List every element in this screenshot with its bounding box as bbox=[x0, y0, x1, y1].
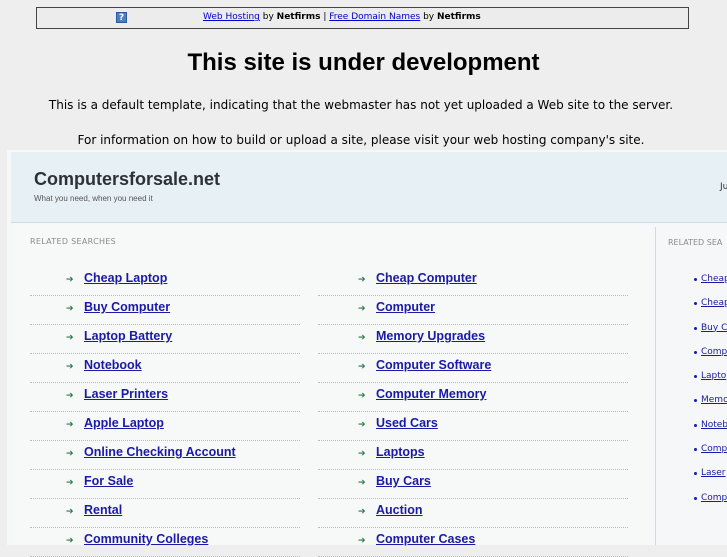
bullet-icon bbox=[694, 326, 697, 330]
bullet-icon bbox=[694, 278, 697, 281]
by-text-2: by bbox=[420, 12, 437, 22]
related-search-row: ➔ Cheap Laptop bbox=[30, 267, 300, 296]
side-related-link[interactable]: Noteb bbox=[701, 420, 727, 430]
site-header: Computersforsale.net What you need, when… bbox=[11, 152, 727, 223]
arrow-icon: ➔ bbox=[358, 507, 366, 517]
question-icon[interactable]: ? bbox=[116, 12, 127, 23]
side-related-searches-label: RELATED SEA bbox=[668, 238, 723, 247]
related-search-link[interactable]: Memory Upgrades bbox=[376, 329, 485, 343]
arrow-icon: ➔ bbox=[66, 507, 74, 517]
related-search-link[interactable]: Computer bbox=[376, 300, 435, 314]
side-related-link[interactable]: Memo bbox=[701, 395, 727, 405]
side-related-link[interactable]: Lapto bbox=[701, 371, 726, 381]
related-search-row: ➔ Auction bbox=[318, 499, 628, 528]
related-searches-panel: RELATED SEARCHES ➔ Cheap Laptop ➔ Buy Compu… bbox=[11, 225, 651, 557]
related-search-row: ➔ For Sale bbox=[30, 470, 300, 499]
arrow-icon: ➔ bbox=[358, 275, 366, 285]
bullet-icon bbox=[694, 496, 697, 500]
arrow-icon: ➔ bbox=[358, 478, 366, 488]
arrow-icon: ➔ bbox=[358, 304, 366, 314]
related-search-link[interactable]: Community Colleges bbox=[84, 532, 208, 546]
banner-links: Web Hosting by Netfirms | Free Domain Na… bbox=[203, 12, 481, 22]
related-search-link[interactable]: Laser Printers bbox=[84, 387, 168, 401]
separator: | bbox=[320, 12, 330, 22]
side-related-link[interactable]: Comp bbox=[701, 347, 727, 357]
bullet-icon bbox=[694, 350, 697, 354]
arrow-icon: ➔ bbox=[66, 391, 74, 401]
related-search-row: ➔ Notebook bbox=[30, 354, 300, 383]
side-related-link[interactable]: Comp bbox=[701, 493, 727, 503]
related-searches-label: RELATED SEARCHES bbox=[30, 237, 117, 246]
related-searches-column-2: ➔ Cheap Computer ➔ Computer ➔ Memory Upgrades… bbox=[318, 267, 628, 557]
related-search-row: ➔ Online Checking Account bbox=[30, 441, 300, 470]
by-text-1: by bbox=[259, 12, 277, 22]
related-search-row: ➔ Apple Laptop bbox=[30, 412, 300, 441]
netfirms-brand-2: Netfirms bbox=[436, 12, 481, 22]
related-search-link[interactable]: Laptop Battery bbox=[84, 329, 172, 343]
hosting-banner: ? Web Hosting by Netfirms | Free Domain … bbox=[36, 7, 689, 29]
related-search-row: ➔ Laser Printers bbox=[30, 383, 300, 412]
arrow-icon: ➔ bbox=[358, 391, 366, 401]
related-search-link[interactable]: Rental bbox=[84, 503, 122, 517]
arrow-icon: ➔ bbox=[358, 333, 366, 343]
arrow-icon: ➔ bbox=[66, 420, 74, 430]
related-search-link[interactable]: Apple Laptop bbox=[84, 416, 164, 430]
panel-divider bbox=[655, 227, 656, 545]
default-template-note: This is a default template, indicating t… bbox=[48, 98, 674, 112]
arrow-icon: ➔ bbox=[66, 333, 74, 343]
side-related-link[interactable]: Cheap bbox=[701, 274, 727, 284]
related-search-row: ➔ Used Cars bbox=[318, 412, 628, 441]
free-domain-names-link[interactable]: Free Domain Names bbox=[329, 12, 420, 22]
netfirms-brand-1: Netfirms bbox=[276, 12, 321, 22]
arrow-icon: ➔ bbox=[66, 449, 74, 459]
arrow-icon: ➔ bbox=[66, 304, 74, 314]
side-related-link[interactable]: Laser bbox=[701, 468, 725, 478]
related-search-row: ➔ Laptops bbox=[318, 441, 628, 470]
related-search-row: ➔ Computer bbox=[318, 296, 628, 325]
bullet-icon bbox=[694, 423, 697, 427]
related-search-row: ➔ Buy Computer bbox=[30, 296, 300, 325]
related-search-link[interactable]: Online Checking Account bbox=[84, 445, 236, 459]
related-search-link[interactable]: Cheap Laptop bbox=[84, 271, 167, 285]
arrow-icon: ➔ bbox=[66, 275, 74, 285]
related-search-link[interactable]: Computer Memory bbox=[376, 387, 486, 401]
related-search-row: ➔ Community Colleges bbox=[30, 528, 300, 557]
site-tagline: What you need, when you need it bbox=[34, 194, 153, 203]
hosting-info-note: For information on how to build or uploa… bbox=[77, 133, 645, 147]
arrow-icon: ➔ bbox=[358, 362, 366, 372]
related-search-row: ➔ Buy Cars bbox=[318, 470, 628, 499]
related-search-row: ➔ Laptop Battery bbox=[30, 325, 300, 354]
arrow-icon: ➔ bbox=[358, 420, 366, 430]
arrow-icon: ➔ bbox=[358, 449, 366, 459]
arrow-icon: ➔ bbox=[66, 478, 74, 488]
related-search-link[interactable]: For Sale bbox=[84, 474, 133, 488]
arrow-icon: ➔ bbox=[66, 362, 74, 372]
side-related-link[interactable]: Comp bbox=[701, 444, 727, 454]
related-search-link[interactable]: Used Cars bbox=[376, 416, 438, 430]
related-search-row: ➔ Computer Memory bbox=[318, 383, 628, 412]
related-search-link[interactable]: Cheap Computer bbox=[376, 271, 477, 285]
related-search-link[interactable]: Buy Computer bbox=[84, 300, 170, 314]
related-searches-column-1: ➔ Cheap Laptop ➔ Buy Computer ➔ Laptop Batter… bbox=[30, 267, 300, 557]
related-search-link[interactable]: Buy Cars bbox=[376, 474, 431, 488]
related-search-link[interactable]: Auction bbox=[376, 503, 423, 517]
site-name[interactable]: Computersforsale.net bbox=[34, 169, 220, 190]
related-search-row: ➔ Computer Software bbox=[318, 354, 628, 383]
related-search-row: ➔ Cheap Computer bbox=[318, 267, 628, 296]
related-search-row: ➔ Computer Cases bbox=[318, 528, 628, 557]
related-search-link[interactable]: Notebook bbox=[84, 358, 142, 372]
page-title: This site is under development bbox=[187, 49, 540, 76]
header-date-text: Ju bbox=[720, 182, 727, 192]
related-search-link[interactable]: Computer Software bbox=[376, 358, 491, 372]
side-related-link[interactable]: Buy C bbox=[701, 323, 727, 333]
related-search-row: ➔ Rental bbox=[30, 499, 300, 528]
related-search-row: ➔ Memory Upgrades bbox=[318, 325, 628, 354]
side-related-link[interactable]: Cheap bbox=[701, 298, 727, 308]
web-hosting-link[interactable]: Web Hosting bbox=[203, 12, 260, 22]
related-search-link[interactable]: Computer Cases bbox=[376, 532, 475, 546]
related-search-link[interactable]: Laptops bbox=[376, 445, 425, 459]
